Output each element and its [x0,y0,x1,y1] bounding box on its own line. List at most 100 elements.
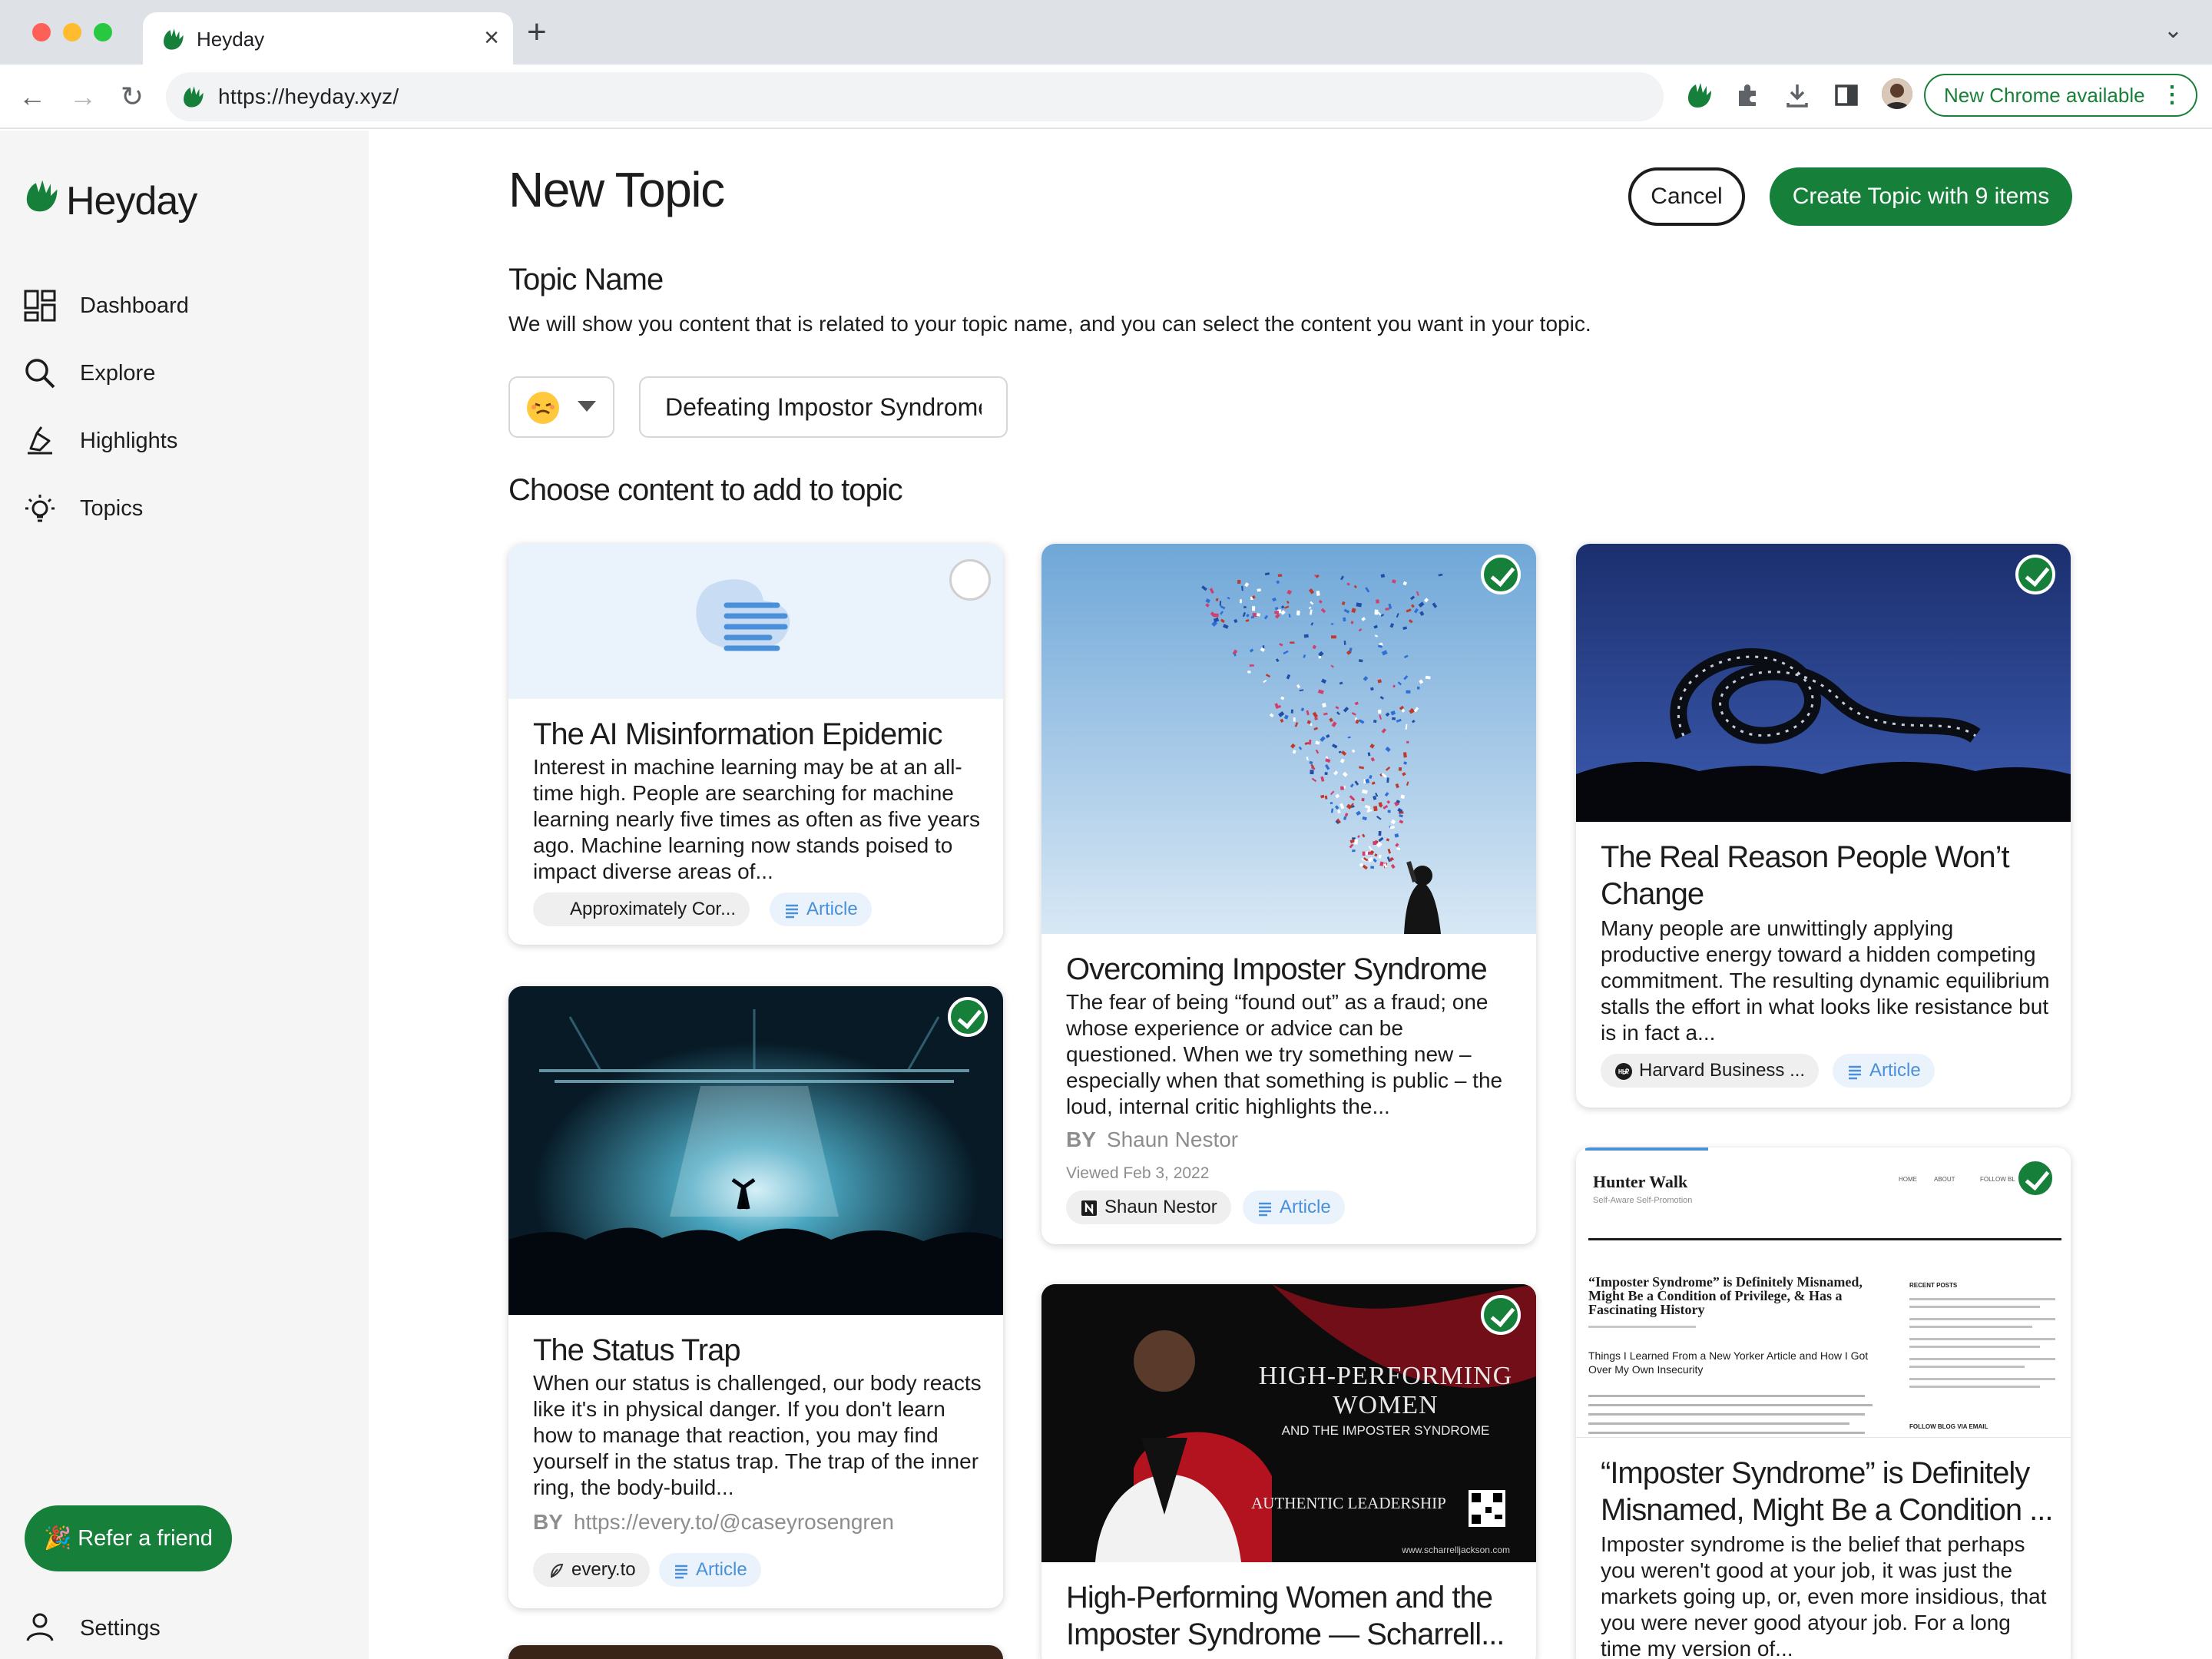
content-card[interactable]: The AI Misinformation Epidemic Interest … [508,544,1003,945]
tab-close-icon[interactable]: × [484,23,499,53]
blog-tagline: Self-Aware Self-Promotion [1593,1196,1692,1205]
user-icon [26,1613,54,1641]
profile-photo-icon [1882,78,1912,109]
confetti-piece [1406,740,1409,744]
confetti-piece [1392,684,1396,688]
selected-check-icon[interactable] [1481,555,1521,594]
source-name: every.to [571,1559,636,1580]
sidebar-item-topics[interactable]: Topics [23,485,346,531]
new-chrome-available-button[interactable]: New Chrome available ⋮ [1924,74,2197,117]
cancel-button[interactable]: Cancel [1628,167,1745,226]
confetti-piece [1387,810,1391,813]
content-card[interactable]: Hunter Walk Self-Aware Self-Promotion HO… [1576,1147,2071,1659]
confetti-piece [1290,641,1295,644]
confetti-piece [1343,641,1346,645]
selected-check-icon[interactable] [1481,1295,1521,1335]
window-zoom-button[interactable] [94,23,112,41]
create-topic-button[interactable]: Create Topic with 9 items [1770,167,2072,226]
emoji-icon [527,392,559,424]
confetti-piece [1362,851,1366,856]
selected-check-icon[interactable] [2015,555,2055,594]
confetti-piece [1290,709,1293,714]
blog-site-name: Hunter Walk [1593,1172,1688,1191]
highlighter-icon [28,426,52,455]
confetti-piece [1316,591,1320,596]
author-link[interactable]: https://every.to/@caseyrosengren [574,1510,894,1534]
sidebar-item-settings[interactable]: Settings [23,1605,253,1651]
confetti-piece [1219,601,1222,606]
confetti-piece [1373,806,1378,812]
source-name: Shaun Nestor [1104,1197,1217,1217]
extensions-puzzle-icon[interactable] [1733,80,1763,111]
sidebar-item-explore[interactable]: Explore [23,350,346,396]
emoji-picker[interactable] [508,376,614,438]
article-icon [1849,1065,1861,1079]
source-name: Harvard Business ... [1639,1060,1806,1081]
confetti-piece [1262,645,1265,648]
topic-name-input[interactable] [639,376,1008,438]
tab-search-chevron-icon[interactable]: ⌄ [2164,17,2183,44]
profile-avatar[interactable] [1882,78,1912,109]
content-card[interactable]: The Real Reason People Won’t Change Many… [1576,544,2071,1108]
downloads-icon[interactable] [1782,80,1813,111]
heyday-extension-icon[interactable] [1684,80,1714,111]
confetti-piece [1370,866,1375,869]
card-title: Overcoming Imposter Syndrome [1066,952,1488,986]
confetti-piece [1247,670,1251,674]
tab-title: Heyday [197,28,265,51]
confetti-piece [1274,611,1280,614]
confetti-piece [1358,659,1363,663]
window-minimize-button[interactable] [63,23,81,41]
reload-icon[interactable]: ↻ [115,80,149,114]
dashboard-icon [24,290,56,322]
forward-arrow-icon[interactable]: → [66,80,100,114]
selected-check-icon[interactable] [948,997,988,1037]
confetti-piece [1354,839,1359,845]
confetti-piece [1406,690,1411,694]
sidebar-item-label: Explore [80,361,156,386]
confetti-piece [1240,599,1242,604]
window-close-button[interactable] [32,23,51,41]
sidebar-item-highlights[interactable]: Highlights [23,418,346,464]
content-card[interactable] [508,1645,1003,1659]
address-url[interactable]: https://heyday.xyz/ [218,84,399,109]
article-icon [1259,1202,1271,1216]
content-card[interactable]: HIGH-PERFORMING WOMEN AND THE IMPOSTER S… [1041,1284,1536,1659]
source-name: Approximately Cor... [570,899,737,919]
confetti-piece [1249,664,1254,667]
blog-recent-posts: RECENT POSTS [1909,1282,1958,1289]
browser-tab[interactable]: Heyday × [143,12,513,65]
browser-tab-strip: Heyday × + ⌄ [0,0,2212,65]
search-icon [25,359,55,389]
confetti-piece [1251,606,1256,611]
content-card[interactable]: Overcoming Imposter Syndrome The fear of… [1041,544,1536,1244]
article-icon [786,904,798,918]
article-thumbnail [508,544,1003,699]
selected-check-icon[interactable] [2015,1158,2055,1198]
content-card[interactable]: The Status Trap When our status is chall… [508,986,1003,1608]
confetti-piece [1392,717,1396,720]
select-checkbox[interactable] [949,559,991,601]
confetti-piece [1330,802,1333,804]
type-chip: Article [659,1553,761,1587]
chevron-down-icon [578,401,596,412]
topic-name-label: Topic Name [508,263,664,296]
refer-a-friend-button[interactable]: 🎉 Refer a friend [25,1505,232,1571]
address-bar[interactable]: https://heyday.xyz/ [166,72,1664,121]
confetti-piece [1398,767,1402,771]
hbr-logo-icon [1615,1062,1632,1080]
article-document-icon [696,579,790,651]
back-arrow-icon[interactable]: ← [15,80,49,114]
new-tab-button[interactable]: + [527,15,547,49]
byline: BY https://every.to/@caseyrosengren [533,1510,894,1535]
confetti-piece [1293,717,1296,722]
confetti-piece [1318,656,1322,659]
kebab-menu-icon[interactable]: ⋮ [2161,75,2184,115]
sidebar-item-dashboard[interactable]: Dashboard [23,283,346,329]
card-title: “Imposter Syndrome” is Definitely Misnam… [1601,1456,2054,1527]
card-description: Many people are unwittingly applying pro… [1601,916,2050,1045]
confetti-piece [1330,623,1334,625]
side-panel-icon[interactable] [1831,80,1862,111]
type-label: Article [806,899,858,919]
confetti-piece [1324,772,1328,775]
